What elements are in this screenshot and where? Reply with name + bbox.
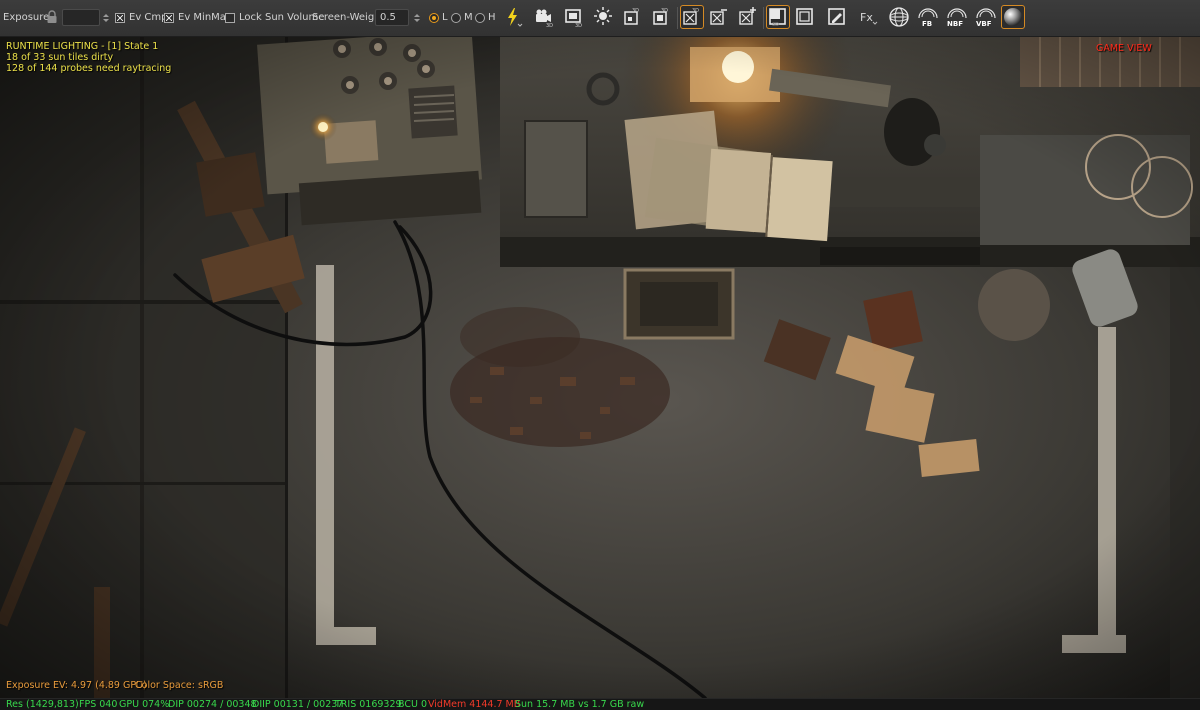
toolbar-separator — [763, 7, 764, 29]
stats-bar: Res (1429,813) FPS 040 GPU 074% DIP 0027… — [0, 698, 1200, 710]
frame-icon[interactable] — [794, 6, 816, 28]
game-view-label: GAME VIEW — [1096, 43, 1152, 54]
exposure-input[interactable] — [62, 9, 100, 26]
screen-weight-input[interactable]: 0.5 — [375, 9, 409, 26]
svg-text:Fx: Fx — [860, 11, 873, 24]
exposure-ev-readout: Exposure EV: 4.97 (4.89 GPU) — [6, 680, 147, 691]
resolution-stat: Res (1429,813) — [6, 699, 79, 710]
sun-tiles-status: 18 of 33 sun tiles dirty — [6, 52, 114, 63]
scene-render — [0, 37, 1200, 698]
runtime-lighting-title: RUNTIME LIGHTING - [1] State 1 — [6, 41, 159, 52]
lightning-icon[interactable] — [502, 6, 524, 28]
svg-text:3D: 3D — [575, 23, 582, 28]
frame-3d-icon[interactable]: 3D — [766, 5, 790, 29]
svg-text:3D: 3D — [772, 22, 779, 28]
screen-3d-icon[interactable]: 3D — [563, 6, 585, 28]
sun-icon[interactable] — [593, 6, 615, 28]
exposure-label: Exposure — [3, 12, 50, 23]
fps-stat: FPS 040 — [79, 699, 118, 710]
svg-text:3D: 3D — [632, 8, 639, 14]
nbf-sphere-icon[interactable]: NBF — [946, 6, 968, 28]
cube-3d-icon[interactable]: 3D — [651, 6, 673, 28]
quality-l-label: L — [442, 12, 448, 23]
ev-cmp-checkbox[interactable] — [115, 13, 125, 23]
grid-plus-icon[interactable] — [737, 6, 759, 28]
wire-sphere-icon[interactable] — [888, 6, 910, 28]
gpu-stat: GPU 074% — [119, 699, 170, 710]
screen-weight-label: Screen-Weight — [312, 12, 385, 23]
fb-sphere-icon[interactable]: FB — [917, 6, 939, 28]
quality-m-radio[interactable] — [451, 13, 461, 23]
fx-icon[interactable]: Fx — [858, 6, 880, 28]
tris-stat: TRIS 0169329 — [335, 699, 402, 710]
material-sphere-icon[interactable] — [1001, 5, 1025, 29]
svg-text:3D: 3D — [692, 8, 699, 14]
bcu-stat: BCU 0 — [398, 699, 428, 710]
dip-stat: DIP 00274 / 00348 — [168, 699, 257, 710]
ev-minmax-label: Ev MinMax — [178, 12, 232, 23]
lock-sun-volume-checkbox[interactable] — [225, 13, 235, 23]
grid-3d-icon[interactable]: 3D — [680, 5, 704, 29]
screen-weight-spinner[interactable] — [412, 9, 421, 26]
grid-minus-icon[interactable] — [708, 6, 730, 28]
camera-3d-icon[interactable]: 3D — [533, 6, 555, 28]
edit-icon[interactable] — [826, 6, 848, 28]
lock-icon[interactable] — [46, 10, 58, 24]
game-viewport[interactable]: RUNTIME LIGHTING - [1] State 1 18 of 33 … — [0, 37, 1200, 698]
ev-cmp-label: Ev Cmp — [129, 12, 168, 23]
quality-m-label: M — [464, 12, 473, 23]
probe-3d-icon[interactable]: 3D — [622, 6, 644, 28]
quality-h-radio[interactable] — [475, 13, 485, 23]
viewport-toolbar: Exposure Ev Cmp Ev MinMax Lock Sun Volum… — [0, 0, 1200, 37]
vidmem-stat: VidMem 4144.7 MB — [428, 699, 521, 710]
exposure-spinner[interactable] — [101, 9, 110, 26]
svg-text:3D: 3D — [661, 8, 668, 14]
svg-text:3D: 3D — [546, 23, 553, 28]
svg-text:FB: FB — [922, 20, 932, 28]
svg-text:NBF: NBF — [947, 20, 963, 28]
diip-stat: DIIP 00131 / 00237 — [252, 699, 344, 710]
ev-minmax-checkbox[interactable] — [164, 13, 174, 23]
quality-l-radio[interactable] — [429, 13, 439, 23]
vbf-sphere-icon[interactable]: VBF — [975, 6, 997, 28]
svg-text:VBF: VBF — [976, 20, 992, 28]
sun-memory-stat: Sun 15.7 MB vs 1.7 GB raw — [515, 699, 645, 710]
color-space-readout: Color Space: sRGB — [135, 680, 224, 691]
quality-h-label: H — [488, 12, 496, 23]
toolbar-separator — [677, 7, 678, 29]
probes-status: 128 of 144 probes need raytracing — [6, 63, 172, 74]
